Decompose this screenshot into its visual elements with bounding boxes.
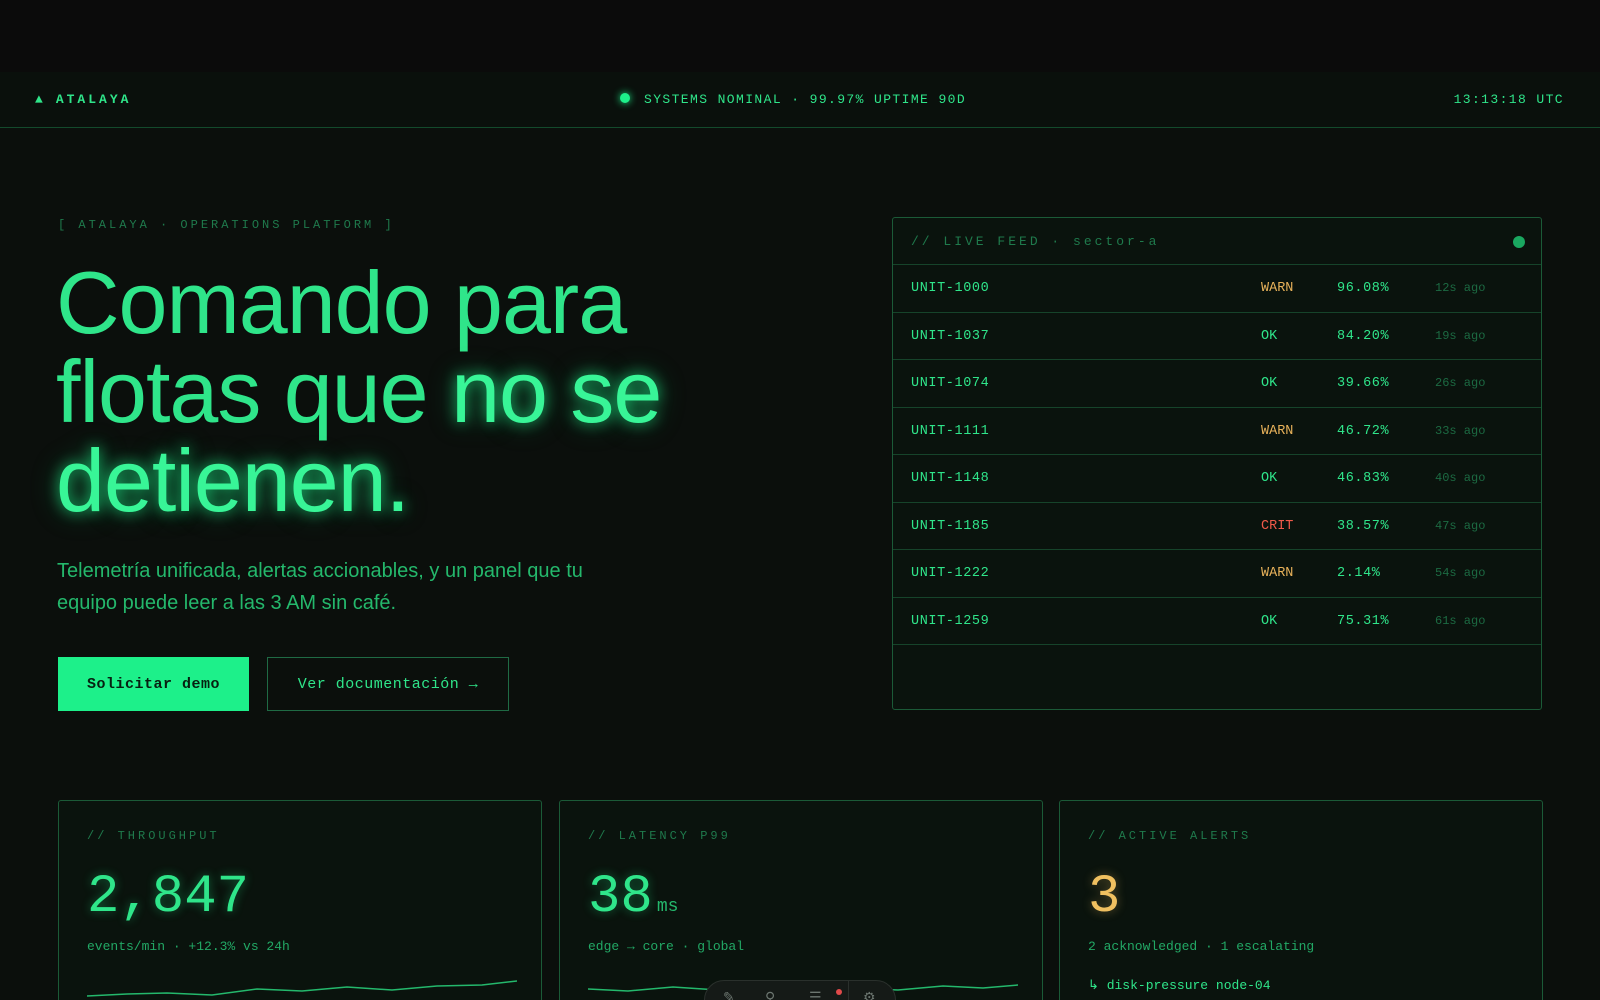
window-top-strip <box>0 0 1600 72</box>
feed-percent: 39.66% <box>1337 376 1390 391</box>
feed-percent: 46.72% <box>1337 423 1390 439</box>
feed-row[interactable]: UNIT-1037 OK 84.20% 19s ago <box>893 313 1541 360</box>
feed-timestamp: 61s ago <box>1435 613 1486 628</box>
system-status: SYSTEMS NOMINAL · 99.97% UPTIME 90D <box>620 92 966 107</box>
throughput-meta: events/min · +12.3% vs 24h <box>87 939 290 954</box>
status-dot-icon <box>620 93 630 103</box>
hero-eyebrow: [ ATALAYA · OPERATIONS PLATFORM ] <box>58 218 395 232</box>
latency-unit: ms <box>656 897 679 917</box>
feed-row[interactable]: UNIT-1074 OK 39.66% 26s ago <box>893 360 1541 408</box>
feed-percent: 96.08% <box>1337 281 1390 296</box>
latency-meta: edge → core · global <box>588 939 745 954</box>
alert-item[interactable]: ↳ disk-pressure node-04 <box>1088 978 1271 993</box>
feed-percent: 2.14% <box>1337 566 1381 581</box>
feed-row[interactable]: UNIT-1222 WARN 2.14% 54s ago <box>893 550 1541 598</box>
hero-headline: Comando para flotas que no se detienen. <box>56 258 776 525</box>
notification-badge <box>836 989 842 995</box>
headline-line-1: Comando para <box>56 253 627 352</box>
utc-clock: 13:13:18 UTC <box>1453 92 1564 107</box>
live-feed-panel: // LIVE FEED · sector-a UNIT-1000 WARN 96.… <box>892 217 1542 710</box>
feed-state: WARN <box>1261 566 1294 581</box>
feed-row[interactable]: UNIT-1148 OK 46.83% 40s ago <box>893 455 1541 503</box>
alerts-meta: 2 acknowledged · 1 escalating <box>1088 939 1315 954</box>
settings-icon[interactable]: ⚙ <box>863 989 881 1000</box>
hero-subhead: Telemetría unificada, alertas accionable… <box>57 560 583 614</box>
feed-state: OK <box>1261 471 1278 486</box>
feed-row[interactable]: UNIT-1259 OK 75.31% 61s ago <box>893 598 1541 645</box>
feed-percent: 75.31% <box>1337 613 1390 629</box>
feed-unit-id: UNIT-1222 <box>911 566 990 581</box>
floating-toolbar: ✎ ⚲ ☰ ⚙ <box>704 980 896 1000</box>
feed-state: OK <box>1261 328 1278 344</box>
feed-row[interactable]: UNIT-1111 WARN 46.72% 33s ago <box>893 408 1541 455</box>
headline-glow-2: detienen. <box>56 431 410 530</box>
feed-state: OK <box>1261 613 1278 629</box>
feed-unit-id: UNIT-1111 <box>911 423 990 439</box>
brand-logo[interactable]: ▲ ATALAYA <box>35 92 131 107</box>
feed-timestamp: 12s ago <box>1435 281 1486 295</box>
feed-unit-id: UNIT-1037 <box>911 328 990 344</box>
feed-timestamp: 19s ago <box>1435 328 1486 343</box>
feed-percent: 38.57% <box>1337 518 1390 534</box>
feed-unit-id: UNIT-1000 <box>911 281 990 296</box>
alerts-card: // ACTIVE ALERTS 3 2 acknowledged · 1 es… <box>1059 800 1543 1000</box>
feed-state: OK <box>1261 376 1278 391</box>
list-icon[interactable]: ☰ <box>809 989 827 1000</box>
feed-percent: 84.20% <box>1337 328 1390 344</box>
throughput-sparkline <box>87 980 517 997</box>
feed-percent: 46.83% <box>1337 471 1390 486</box>
headline-glow-1: no se <box>451 342 662 441</box>
throughput-card: // THROUGHPUT 2,847 events/min · +12.3% … <box>58 800 542 1000</box>
feed-row[interactable]: UNIT-1185 CRIT 38.57% 47s ago <box>893 503 1541 550</box>
latency-card: // LATENCY P99 38 ms edge → core · global <box>559 800 1043 1000</box>
feed-timestamp: 47s ago <box>1435 518 1486 533</box>
toolbar-divider <box>848 981 849 1000</box>
live-indicator-icon <box>1513 236 1525 248</box>
request-demo-button[interactable]: Solicitar demo <box>58 657 249 711</box>
latency-value: 38 ms <box>588 867 678 928</box>
view-docs-button[interactable]: Ver documentación → <box>267 657 509 711</box>
pin-icon[interactable]: ⚲ <box>765 989 783 1000</box>
feed-state: CRIT <box>1261 518 1294 534</box>
feed-timestamp: 40s ago <box>1435 471 1486 485</box>
feed-timestamp: 26s ago <box>1435 376 1486 390</box>
feed-unit-id: UNIT-1074 <box>911 376 990 391</box>
live-feed-header: // LIVE FEED · sector-a <box>893 218 1541 265</box>
status-text: SYSTEMS NOMINAL · 99.97% UPTIME 90D <box>644 92 967 107</box>
alerts-value: 3 <box>1088 867 1121 928</box>
feed-row[interactable]: UNIT-1000 WARN 96.08% 12s ago <box>893 265 1541 313</box>
live-feed-rows: UNIT-1000 WARN 96.08% 12s ago UNIT-1037 OK 84.… <box>893 265 1541 645</box>
feed-timestamp: 33s ago <box>1435 423 1486 438</box>
throughput-label: // THROUGHPUT <box>87 829 220 843</box>
feed-unit-id: UNIT-1148 <box>911 471 990 486</box>
annotate-icon[interactable]: ✎ <box>723 989 741 1000</box>
latency-number: 38 <box>588 867 653 928</box>
feed-state: WARN <box>1261 281 1294 296</box>
live-feed-title: // LIVE FEED · sector-a <box>911 234 1160 249</box>
latency-label: // LATENCY P99 <box>588 829 731 843</box>
headline-line-2: flotas que <box>56 342 452 441</box>
triangle-icon: ▲ <box>35 92 46 107</box>
throughput-value: 2,847 <box>87 867 250 928</box>
feed-timestamp: 54s ago <box>1435 566 1486 580</box>
feed-state: WARN <box>1261 423 1294 439</box>
alerts-label: // ACTIVE ALERTS <box>1088 829 1252 843</box>
feed-unit-id: UNIT-1259 <box>911 613 990 629</box>
feed-unit-id: UNIT-1185 <box>911 518 990 534</box>
top-bar: ▲ ATALAYA SYSTEMS NOMINAL · 99.97% UPTIME… <box>0 72 1600 128</box>
brand-name: ATALAYA <box>55 92 132 107</box>
